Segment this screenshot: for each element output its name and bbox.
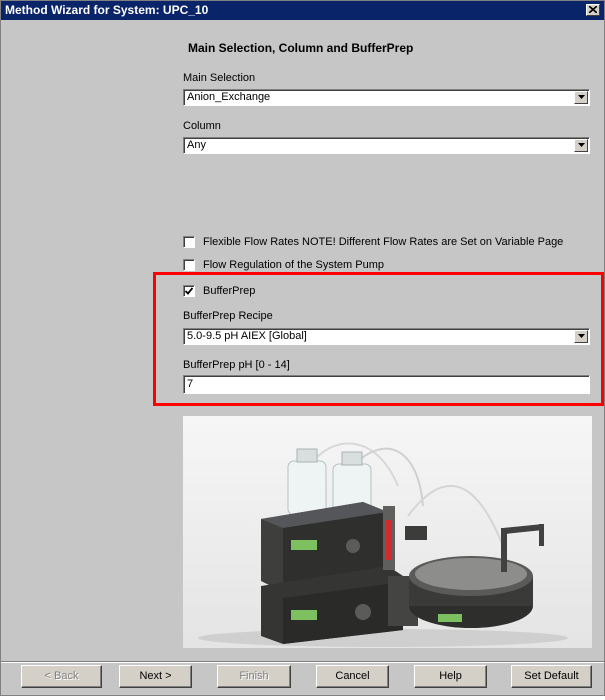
main-selection-label: Main Selection: [183, 72, 256, 84]
flexible-flow-checkbox[interactable]: [183, 236, 195, 248]
back-button[interactable]: < Back: [21, 665, 102, 688]
finish-button[interactable]: Finish: [217, 665, 291, 688]
column-dropdown[interactable]: Any: [183, 137, 590, 154]
flow-regulation-checkbox[interactable]: [183, 259, 195, 271]
column-value: Any: [187, 139, 206, 151]
column-label: Column: [183, 120, 221, 132]
cancel-button[interactable]: Cancel: [316, 665, 389, 688]
chevron-down-icon[interactable]: [574, 91, 588, 104]
button-separator: [1, 661, 604, 663]
chromatography-system-photo: [183, 416, 592, 648]
next-button[interactable]: Next >: [119, 665, 192, 688]
main-selection-value: Anion_Exchange: [187, 91, 271, 103]
help-button[interactable]: Help: [414, 665, 487, 688]
flow-regulation-label: Flow Regulation of the System Pump: [203, 259, 384, 271]
title-bar[interactable]: Method Wizard for System: UPC_10: [1, 1, 604, 20]
page-heading: Main Selection, Column and BufferPrep: [188, 41, 414, 55]
window-title: Method Wizard for System: UPC_10: [5, 3, 209, 17]
close-icon[interactable]: [586, 4, 600, 16]
flexible-flow-label: Flexible Flow Rates NOTE! Different Flow…: [203, 236, 564, 248]
highlight-annotation: [153, 272, 604, 406]
chevron-down-icon[interactable]: [574, 139, 588, 152]
set-default-button[interactable]: Set Default: [511, 665, 592, 688]
main-selection-dropdown[interactable]: Anion_Exchange: [183, 89, 590, 106]
method-wizard-window: Method Wizard for System: UPC_10 Main Se…: [0, 0, 605, 696]
